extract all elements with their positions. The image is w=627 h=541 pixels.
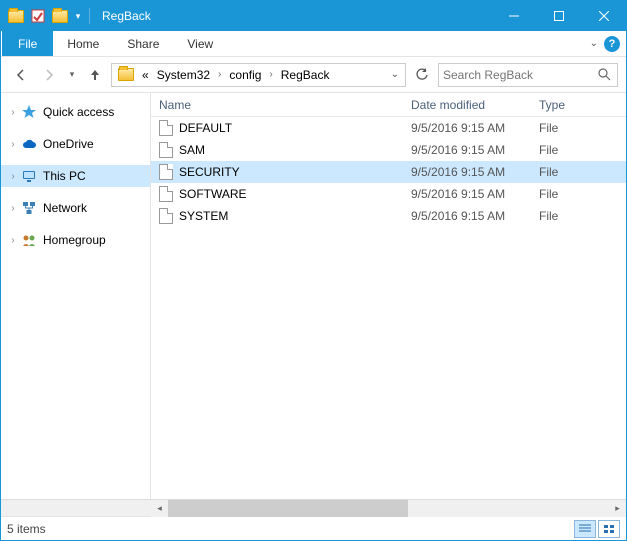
homegroup-icon [21,232,37,248]
file-icon [159,142,173,158]
file-row[interactable]: SAM 9/5/2016 9:15 AMFile [151,139,626,161]
file-icon [159,186,173,202]
ribbon-tab-view[interactable]: View [173,31,227,56]
status-bar: 5 items [1,516,626,540]
horizontal-scrollbar[interactable]: ◂ ▸ [1,499,626,516]
file-date: 9/5/2016 9:15 AM [403,187,531,201]
file-date: 9/5/2016 9:15 AM [403,143,531,157]
chevron-right-icon[interactable]: › [7,107,19,118]
column-header-date[interactable]: Date modified [403,93,531,116]
pc-icon [21,168,37,184]
window-controls [491,1,626,31]
file-name: SECURITY [179,165,240,179]
ribbon: File Home Share View ⌄ ? [1,31,626,57]
star-icon [21,104,37,120]
minimize-button[interactable] [491,1,536,31]
breadcrumb-seg-2[interactable]: RegBack [277,68,334,82]
breadcrumb-prefix[interactable]: « [138,68,153,82]
chevron-right-icon[interactable]: › [7,203,19,214]
file-date: 9/5/2016 9:15 AM [403,165,531,179]
close-button[interactable] [581,1,626,31]
up-button[interactable] [83,63,107,87]
search-input[interactable] [443,68,613,82]
forward-button[interactable] [37,63,61,87]
file-name: SYSTEM [179,209,228,223]
qat-customize-dropdown[interactable]: ▾ [71,5,85,27]
nav-item-label: This PC [43,169,86,183]
search-box[interactable] [438,63,618,87]
view-details-button[interactable] [574,520,596,538]
cloud-icon [21,136,37,152]
chevron-right-icon[interactable]: › [7,235,19,246]
file-row[interactable]: DEFAULT 9/5/2016 9:15 AMFile [151,117,626,139]
refresh-button[interactable] [410,63,434,87]
address-bar-row: ▾ « System32 › config › RegBack ⌄ [1,57,626,93]
breadcrumb[interactable]: « System32 › config › RegBack ⌄ [111,63,406,87]
nav-item-label: Quick access [43,105,114,119]
file-type: File [531,209,626,223]
file-row[interactable]: SOFTWARE 9/5/2016 9:15 AMFile [151,183,626,205]
chevron-right-icon[interactable]: › [7,139,19,150]
nav-item-quick-access[interactable]: › Quick access [1,101,150,123]
file-date: 9/5/2016 9:15 AM [403,209,531,223]
column-header-type[interactable]: Type [531,93,626,116]
file-type: File [531,165,626,179]
navigation-pane: › Quick access › OneDrive › This PC › Network › H… [1,93,151,499]
view-large-icons-button[interactable] [598,520,620,538]
chevron-right-icon[interactable]: › [214,69,225,80]
ribbon-expand-icon[interactable]: ⌄ [590,38,598,49]
help-button[interactable]: ? [604,36,620,52]
maximize-button[interactable] [536,1,581,31]
chevron-right-icon[interactable]: › [7,171,19,182]
ribbon-tab-file[interactable]: File [2,31,53,56]
nav-item-label: OneDrive [43,137,94,151]
file-type: File [531,187,626,201]
breadcrumb-seg-0[interactable]: System32 [153,68,214,82]
network-icon [21,200,37,216]
qat-newfolder-icon[interactable] [49,5,71,27]
chevron-right-icon[interactable]: › [265,69,276,80]
qat-properties-icon[interactable] [27,5,49,27]
nav-item-network[interactable]: › Network [1,197,150,219]
file-date: 9/5/2016 9:15 AM [403,121,531,135]
qat-folder-icon[interactable] [5,5,27,27]
nav-item-label: Homegroup [43,233,106,247]
nav-item-homegroup[interactable]: › Homegroup [1,229,150,251]
file-name: DEFAULT [179,121,232,135]
breadcrumb-folder-icon[interactable] [118,68,134,81]
nav-item-label: Network [43,201,87,215]
file-name: SAM [179,143,205,157]
ribbon-tab-share[interactable]: Share [113,31,173,56]
scroll-right-button[interactable]: ▸ [609,500,626,517]
column-headers: Name Date modified Type [151,93,626,117]
scroll-left-button[interactable]: ◂ [151,500,168,517]
file-row[interactable]: SECURITY 9/5/2016 9:15 AMFile [151,161,626,183]
column-header-name[interactable]: Name [151,93,403,116]
breadcrumb-dropdown-icon[interactable]: ⌄ [387,69,403,80]
file-row[interactable]: SYSTEM 9/5/2016 9:15 AMFile [151,205,626,227]
breadcrumb-seg-1[interactable]: config [225,68,265,82]
nav-item-this-pc[interactable]: › This PC [1,165,150,187]
file-icon [159,120,173,136]
scroll-thumb[interactable] [168,500,408,517]
window-title: RegBack [102,9,151,23]
file-name: SOFTWARE [179,187,247,201]
titlebar-divider [89,8,90,24]
nav-item-onedrive[interactable]: › OneDrive [1,133,150,155]
titlebar: ▾ RegBack [1,1,626,31]
recent-locations-dropdown[interactable]: ▾ [65,63,79,87]
file-icon [159,208,173,224]
file-type: File [531,143,626,157]
file-list[interactable]: DEFAULT9/5/2016 9:15 AMFileSAM9/5/2016 9… [151,117,626,499]
quick-access-toolbar: ▾ [5,5,85,27]
back-button[interactable] [9,63,33,87]
search-icon[interactable] [598,68,611,81]
ribbon-tab-home[interactable]: Home [53,31,113,56]
body: › Quick access › OneDrive › This PC › Network › H… [1,93,626,499]
content-pane: Name Date modified Type DEFAULT 9/5/2016 … [151,93,626,499]
file-type: File [531,121,626,135]
status-item-count: 5 items [7,522,46,536]
file-icon [159,164,173,180]
